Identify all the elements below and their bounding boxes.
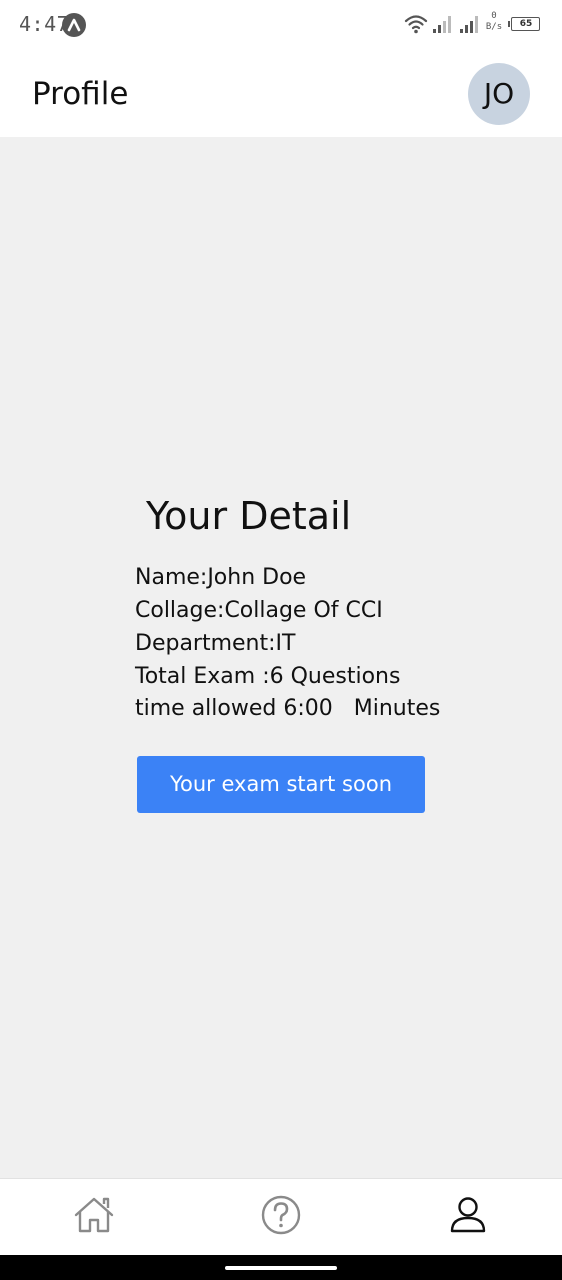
bottom-nav — [0, 1178, 562, 1255]
student-name: Name:John Doe — [135, 565, 307, 590]
total-exam: Total Exam :6 Questions — [135, 664, 401, 689]
exam-start-button[interactable]: Your exam start soon — [137, 756, 425, 813]
network-speed: 0 B/s — [484, 11, 504, 33]
nav-home[interactable] — [66, 1187, 122, 1243]
detail-title: Your Detail — [146, 494, 352, 538]
battery-icon: 65 — [508, 17, 540, 31]
system-gesture-bar — [0, 1255, 562, 1280]
student-department: Department:IT — [135, 631, 296, 656]
network-speed-unit: B/s — [485, 22, 503, 32]
time-allowed: time allowed 6:00 Minutes — [135, 696, 441, 721]
app-header: Profile JO — [0, 52, 562, 137]
home-gesture-handle[interactable] — [225, 1266, 337, 1270]
wifi-icon — [404, 15, 428, 34]
profile-content: Your Detail Name:John Doe Collage:Collag… — [0, 137, 562, 1178]
page-title: Profile — [32, 76, 129, 112]
student-college: Collage:Collage Of CCI — [135, 598, 383, 623]
user-icon — [450, 1197, 486, 1233]
signal-icon — [433, 16, 451, 33]
avatar[interactable]: JO — [468, 63, 530, 125]
status-icons: 0 B/s 65 — [404, 11, 544, 39]
home-icon — [74, 1197, 114, 1233]
battery-level: 65 — [519, 19, 533, 29]
nav-help[interactable] — [253, 1187, 309, 1243]
app-notification-icon — [62, 13, 86, 37]
nav-profile[interactable] — [440, 1187, 496, 1243]
network-speed-value: 0 — [491, 11, 497, 21]
status-bar: 4:47 0 B/s 65 — [0, 0, 562, 52]
help-icon — [261, 1195, 301, 1235]
signal-icon-2 — [460, 16, 478, 33]
